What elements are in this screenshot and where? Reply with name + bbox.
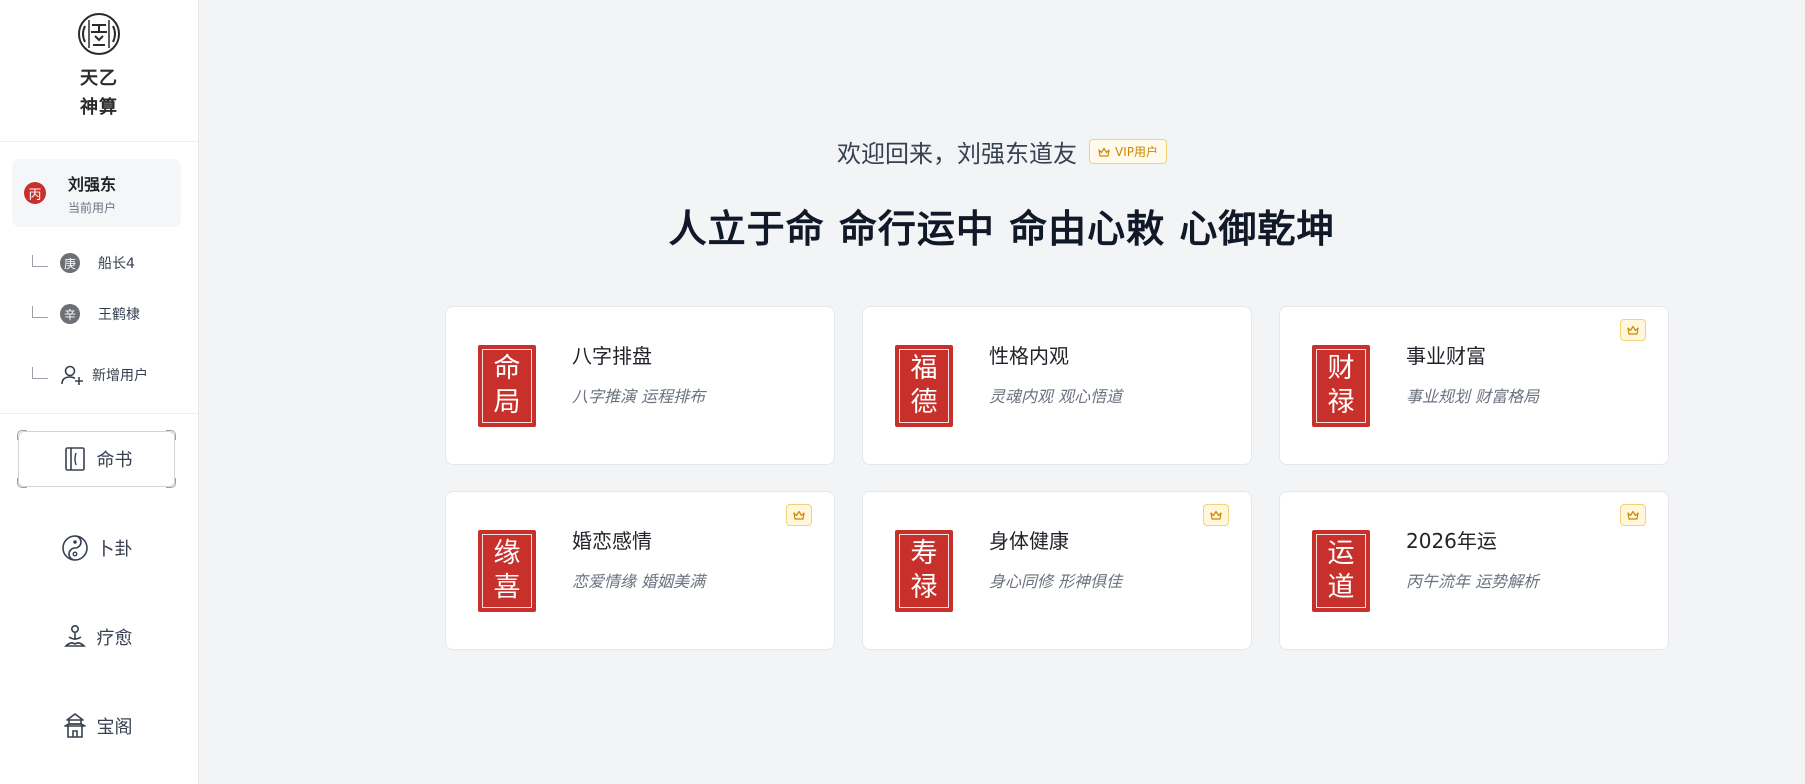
seal-char: 缘	[493, 537, 521, 569]
card-subtitle: 身心同修 形神俱佳	[989, 572, 1123, 591]
card-subtitle: 丙午流年 运势解析	[1406, 572, 1540, 591]
nav-item-mingshu[interactable]: 命书	[17, 430, 176, 488]
app-name-line1: 天乙	[80, 68, 118, 89]
tree-connector	[32, 367, 48, 379]
feature-card-yearly-fortune[interactable]: 运 道 2026年运 丙午流年 运势解析	[1279, 491, 1669, 650]
app-name: 天乙 神算	[80, 64, 118, 122]
yin-yang-icon	[61, 535, 88, 561]
nav-item-liaoyu[interactable]: 疗愈	[18, 609, 175, 665]
vip-badge: VIP用户	[1089, 139, 1167, 164]
seal-char: 财	[1327, 352, 1355, 384]
seal-char: 禄	[1327, 386, 1355, 418]
vip-crown-badge	[1620, 504, 1646, 526]
card-title: 事业财富	[1406, 344, 1486, 368]
card-title: 性格内观	[989, 344, 1069, 368]
seal-char: 福	[910, 352, 938, 384]
logo[interactable]: 天乙 神算	[0, 0, 198, 142]
add-user-icon	[61, 365, 83, 385]
current-user-card[interactable]: 丙 刘强东 当前用户	[12, 159, 181, 227]
nav-label: 疗愈	[96, 628, 133, 649]
seal-stamp: 福 德	[895, 344, 953, 427]
logo-emblem-icon	[78, 13, 120, 55]
welcome-bar: 欢迎回来，刘强东道友 VIP用户	[199, 134, 1805, 169]
seal-stamp: 缘 喜	[478, 529, 536, 612]
feature-card-career[interactable]: 财 禄 事业财富 事业规划 财富格局	[1279, 306, 1669, 465]
seal-char: 德	[910, 386, 938, 418]
feature-grid: 命 局 八字排盘 八字推演 运程排布 福 德 性格内观 灵魂内观 观心悟道 财 …	[445, 306, 1669, 650]
add-user-label: 新增用户	[92, 368, 148, 384]
vip-crown-badge	[1203, 504, 1229, 526]
card-subtitle: 事业规划 财富格局	[1406, 387, 1540, 406]
app-root: 天乙 神算 丙 刘强东 当前用户 庚 船长4 辛 王鹤棣 新增用户 命书 卜卦 …	[0, 0, 1805, 784]
feature-card-health[interactable]: 寿 禄 身体健康 身心同修 形神俱佳	[862, 491, 1252, 650]
sub-user-avatar: 辛	[60, 304, 80, 324]
seal-stamp: 寿 禄	[895, 529, 953, 612]
seal-char: 局	[493, 386, 521, 418]
app-name-line2: 神算	[80, 97, 118, 118]
card-title: 八字排盘	[572, 344, 652, 368]
current-user-subtitle: 当前用户	[68, 200, 117, 215]
card-title: 婚恋感情	[572, 529, 652, 553]
nav-item-bugua[interactable]: 卜卦	[18, 520, 175, 576]
seal-stamp: 命 局	[478, 344, 536, 427]
sub-user-name: 王鹤棣	[98, 307, 140, 323]
card-title: 身体健康	[989, 529, 1069, 553]
crown-icon	[1627, 325, 1639, 335]
motto-heading: 人立于命 命行运中 命由心敕 心御乾坤	[668, 207, 1336, 251]
crown-icon	[1210, 510, 1222, 520]
tree-connector	[32, 306, 48, 318]
seal-stamp: 财 禄	[1312, 344, 1370, 427]
crown-icon	[1098, 147, 1110, 157]
seal-char: 运	[1327, 537, 1355, 569]
main-content: 欢迎回来，刘强东道友 VIP用户 人立于命 命行运中 命由心敕 心御乾坤 命 局…	[199, 0, 1805, 784]
nav-label: 宝阁	[96, 717, 133, 738]
nav-item-baoge[interactable]: 宝阁	[18, 698, 175, 754]
sub-user-item[interactable]: 辛 王鹤棣	[32, 299, 140, 329]
vip-label: VIP用户	[1115, 145, 1158, 159]
pagoda-icon	[63, 713, 86, 738]
sub-user-item[interactable]: 庚 船长4	[32, 248, 135, 278]
vip-crown-badge	[1620, 319, 1646, 341]
seal-char: 喜	[493, 571, 521, 603]
card-subtitle: 八字推演 运程排布	[572, 387, 706, 406]
seal-stamp: 运 道	[1312, 529, 1370, 612]
tree-connector	[32, 255, 48, 267]
crown-icon	[793, 510, 805, 520]
seal-char: 寿	[910, 537, 938, 569]
welcome-text: 欢迎回来，刘强东道友	[837, 140, 1077, 168]
seal-char: 道	[1327, 571, 1355, 603]
card-subtitle: 恋爱情缘 婚姻美满	[572, 572, 706, 591]
book-icon	[64, 447, 85, 471]
card-subtitle: 灵魂内观 观心悟道	[989, 387, 1123, 406]
feature-card-romance[interactable]: 缘 喜 婚恋感情 恋爱情缘 婚姻美满	[445, 491, 835, 650]
feature-card-bazi[interactable]: 命 局 八字排盘 八字推演 运程排布	[445, 306, 835, 465]
crown-icon	[1627, 510, 1639, 520]
feature-card-personality[interactable]: 福 德 性格内观 灵魂内观 观心悟道	[862, 306, 1252, 465]
nav-label: 卜卦	[96, 539, 133, 560]
sidebar: 天乙 神算 丙 刘强东 当前用户 庚 船长4 辛 王鹤棣 新增用户 命书 卜卦 …	[0, 0, 199, 784]
sub-user-avatar: 庚	[60, 253, 80, 273]
current-user-name: 刘强东	[68, 174, 117, 194]
seal-char: 命	[493, 352, 521, 384]
vip-crown-badge	[786, 504, 812, 526]
meditation-icon	[63, 624, 86, 647]
current-user-avatar: 丙	[24, 182, 46, 204]
sub-user-name: 船长4	[98, 256, 135, 272]
nav-label: 命书	[96, 450, 133, 471]
sidebar-divider	[0, 413, 198, 414]
seal-char: 禄	[910, 571, 938, 603]
card-title: 2026年运	[1406, 529, 1497, 553]
add-user-button[interactable]: 新增用户	[32, 360, 148, 390]
